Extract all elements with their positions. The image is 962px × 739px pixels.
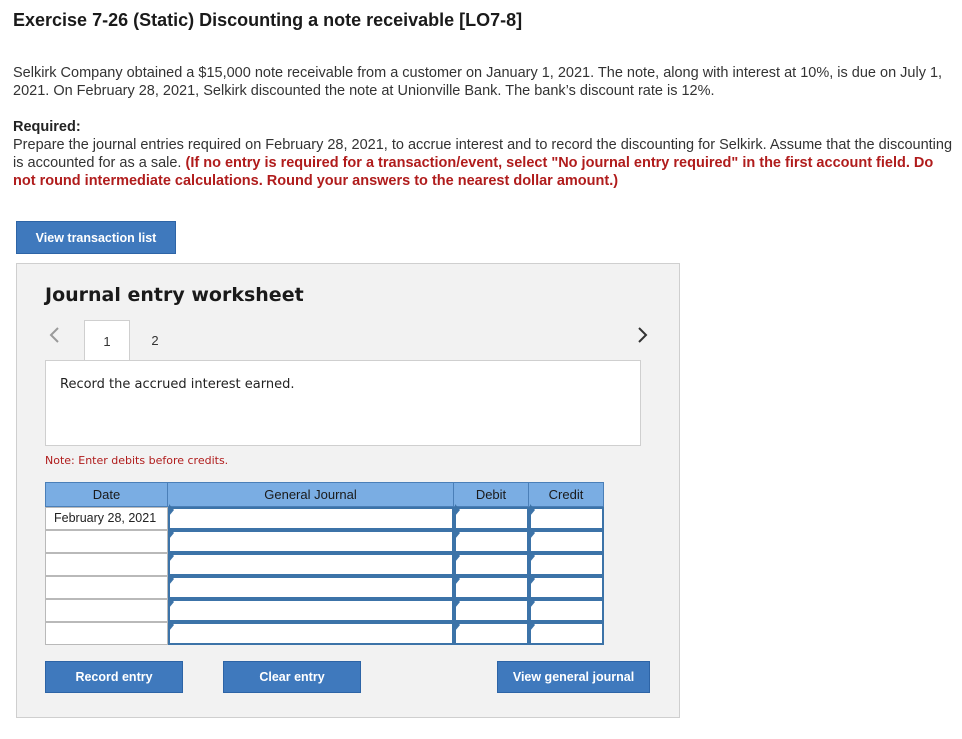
tab-1[interactable]: 1 [84, 320, 130, 362]
credit-input[interactable] [529, 504, 604, 530]
required-label: Required: [13, 119, 81, 135]
debit-input[interactable] [454, 619, 529, 645]
header-general-journal: General Journal [167, 482, 454, 507]
worksheet-title: Journal entry worksheet [45, 284, 304, 306]
date-cell [45, 599, 168, 622]
record-entry-button[interactable]: Record entry [45, 661, 183, 693]
account-input[interactable] [168, 527, 454, 553]
credit-input[interactable] [529, 573, 604, 599]
debit-input[interactable] [454, 573, 529, 599]
credit-input[interactable] [529, 550, 604, 576]
account-input[interactable] [168, 504, 454, 530]
chevron-right-icon[interactable] [633, 322, 653, 348]
entry-note: Note: Enter debits before credits. [45, 454, 229, 467]
date-cell: February 28, 2021 [45, 507, 168, 530]
chevron-left-icon[interactable] [44, 322, 64, 348]
view-general-journal-button[interactable]: View general journal [497, 661, 650, 693]
debit-input[interactable] [454, 527, 529, 553]
header-date: Date [45, 482, 168, 507]
account-input[interactable] [168, 573, 454, 599]
clear-entry-button[interactable]: Clear entry [223, 661, 361, 693]
credit-input[interactable] [529, 527, 604, 553]
header-debit: Debit [453, 482, 529, 507]
page-title: Exercise 7-26 (Static) Discounting a not… [13, 10, 523, 30]
date-cell [45, 553, 168, 576]
tab-2[interactable]: 2 [132, 320, 178, 360]
debit-input[interactable] [454, 550, 529, 576]
date-cell [45, 622, 168, 645]
header-credit: Credit [528, 482, 604, 507]
account-input[interactable] [168, 619, 454, 645]
date-cell [45, 530, 168, 553]
view-transaction-list-button[interactable]: View transaction list [16, 221, 176, 254]
journal-entry-worksheet: Journal entry worksheet 1 2 Record the a… [16, 263, 680, 718]
account-input[interactable] [168, 596, 454, 622]
required-section: Required: Prepare the journal entries re… [13, 118, 958, 190]
debit-input[interactable] [454, 504, 529, 530]
debit-input[interactable] [454, 596, 529, 622]
credit-input[interactable] [529, 619, 604, 645]
credit-input[interactable] [529, 596, 604, 622]
date-cell [45, 576, 168, 599]
entry-description: Record the accrued interest earned. [45, 360, 641, 446]
problem-text: Selkirk Company obtained a $15,000 note … [13, 65, 943, 99]
account-input[interactable] [168, 550, 454, 576]
